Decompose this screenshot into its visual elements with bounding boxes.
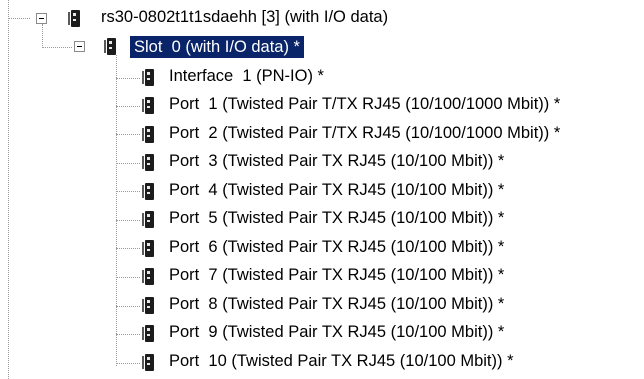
tree-node-label[interactable]: Port 2 (Twisted Pair T/TX RJ45 (10/100/1… xyxy=(169,123,560,145)
collapse-minus-icon[interactable] xyxy=(36,13,47,24)
tree-connector xyxy=(116,106,140,107)
module-icon xyxy=(104,38,116,55)
tree-connector xyxy=(116,248,140,249)
tree-node-label[interactable]: Port 10 (Twisted Pair TX RJ45 (10/100 Mb… xyxy=(169,351,514,373)
tree-connector xyxy=(8,18,30,19)
module-icon xyxy=(142,268,154,285)
tree-connector xyxy=(42,47,72,48)
module-icon xyxy=(142,354,154,371)
module-icon xyxy=(142,126,154,143)
tree-connector xyxy=(116,191,140,192)
tree-line-root xyxy=(42,24,43,48)
tree-line-slot xyxy=(116,55,117,366)
tree-connector xyxy=(116,277,140,278)
tree-node-label[interactable]: Port 1 (Twisted Pair T/TX RJ45 (10/100/1… xyxy=(169,94,560,116)
module-icon xyxy=(142,183,154,200)
tree-connector xyxy=(116,306,140,307)
tree-node-label-selected[interactable]: Slot 0 (with I/O data) * xyxy=(130,36,304,58)
module-icon xyxy=(142,69,154,86)
tree-node-label[interactable]: Port 5 (Twisted Pair TX RJ45 (10/100 Mbi… xyxy=(169,208,504,230)
tree-connector xyxy=(116,334,140,335)
tree-node-label[interactable]: Port 8 (Twisted Pair TX RJ45 (10/100 Mbi… xyxy=(169,294,504,316)
device-icon xyxy=(68,10,80,27)
module-icon xyxy=(142,297,154,314)
tree-node-label[interactable]: Port 9 (Twisted Pair TX RJ45 (10/100 Mbi… xyxy=(169,322,504,344)
tree-connector xyxy=(116,163,140,164)
module-icon xyxy=(142,97,154,114)
module-icon xyxy=(142,211,154,228)
tree-connector xyxy=(116,78,140,79)
tree-line-outer xyxy=(8,0,9,379)
tree-node-label[interactable]: Interface 1 (PN-IO) * xyxy=(169,66,324,88)
tree-node-label[interactable]: Port 6 (Twisted Pair TX RJ45 (10/100 Mbi… xyxy=(169,237,504,259)
tree-connector xyxy=(116,134,140,135)
tree-node-label[interactable]: rs30-0802t1t1sdaehh [3] (with I/O data) xyxy=(101,7,388,29)
tree-connector xyxy=(116,363,140,364)
tree-node-label[interactable]: Port 3 (Twisted Pair TX RJ45 (10/100 Mbi… xyxy=(169,151,504,173)
module-icon xyxy=(142,154,154,171)
tree-node-label[interactable]: Port 7 (Twisted Pair TX RJ45 (10/100 Mbi… xyxy=(169,265,504,287)
module-icon xyxy=(142,325,154,342)
module-icon xyxy=(142,240,154,257)
tree-node-label[interactable]: Port 4 (Twisted Pair TX RJ45 (10/100 Mbi… xyxy=(169,180,504,202)
collapse-minus-icon[interactable] xyxy=(74,41,85,52)
tree-connector xyxy=(116,220,140,221)
